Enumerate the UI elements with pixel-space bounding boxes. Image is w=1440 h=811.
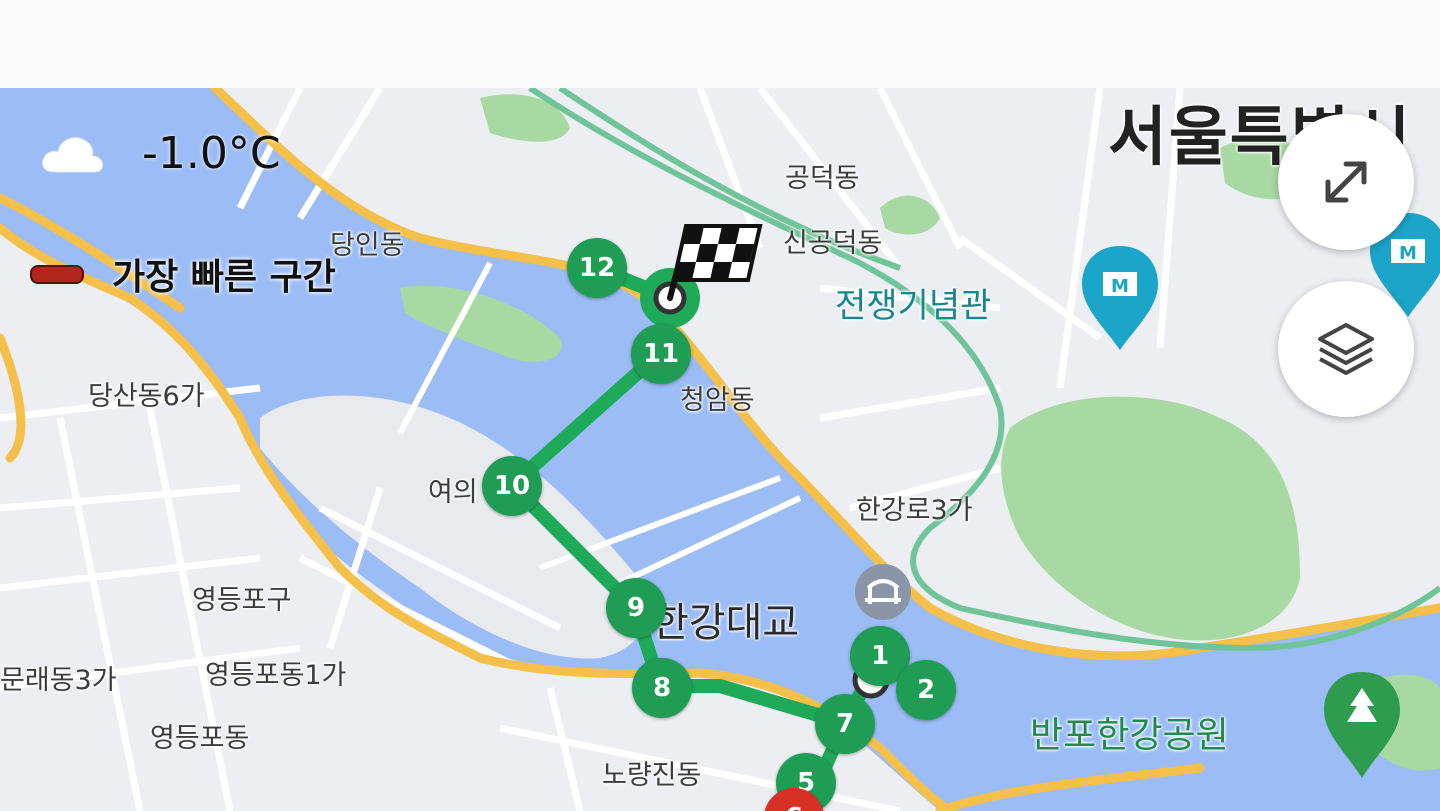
checkpoint-marker[interactable]: 10 [482,456,542,516]
layers-button[interactable] [1278,281,1414,417]
weather-widget: -1.0°C [40,128,281,179]
checkpoint-marker[interactable]: 12 [567,238,627,298]
map-view[interactable]: M M 서울특별시 공덕동 신공덕동 전쟁기념관 당인동 당산동6가 청암동 여… [0,88,1440,811]
top-bar [0,0,1440,88]
route-legend: 가장 빠른 구간 [30,248,336,300]
place-label: 당산동6가 [88,381,205,412]
checkpoint-marker[interactable]: 11 [631,324,691,384]
fast-section-swatch [30,264,84,284]
place-label: 영등포구 [192,585,292,616]
checkpoint-marker[interactable]: 7 [815,694,875,754]
checkpoint-marker[interactable]: 2 [896,660,956,720]
place-label: 당인동 [330,230,405,261]
place-label: 한강로3가 [856,495,973,526]
place-label: 문래동3가 [0,665,117,696]
svg-text:M: M [1111,276,1129,297]
cloud-icon [41,136,103,172]
bridge-poi-icon [855,564,911,620]
place-label: 여의 [428,477,478,508]
map-base: M M [0,88,1440,811]
place-label: 공덕동 [785,163,860,194]
layers-icon [1318,323,1374,375]
checkpoint-marker[interactable]: 8 [632,658,692,718]
poi-label: 전쟁기념관 [835,286,992,326]
expand-button[interactable] [1278,114,1414,250]
svg-text:M: M [1399,243,1417,264]
poi-label: 반포한강공원 [1030,715,1229,756]
place-label: 신공덕동 [783,228,883,259]
place-label: 영등포동 [150,723,250,754]
finish-flag-icon [667,224,763,301]
temperature: -1.0°C [142,128,281,179]
expand-arrows-icon [1325,161,1367,203]
place-label: 청암동 [680,385,755,416]
place-label: 영등포동1가 [205,660,347,691]
legend-label: 가장 빠른 구간 [112,257,336,298]
place-label: 노량진동 [602,760,702,791]
place-label: 한강대교 [652,600,800,646]
checkpoint-marker[interactable]: 9 [606,578,666,638]
